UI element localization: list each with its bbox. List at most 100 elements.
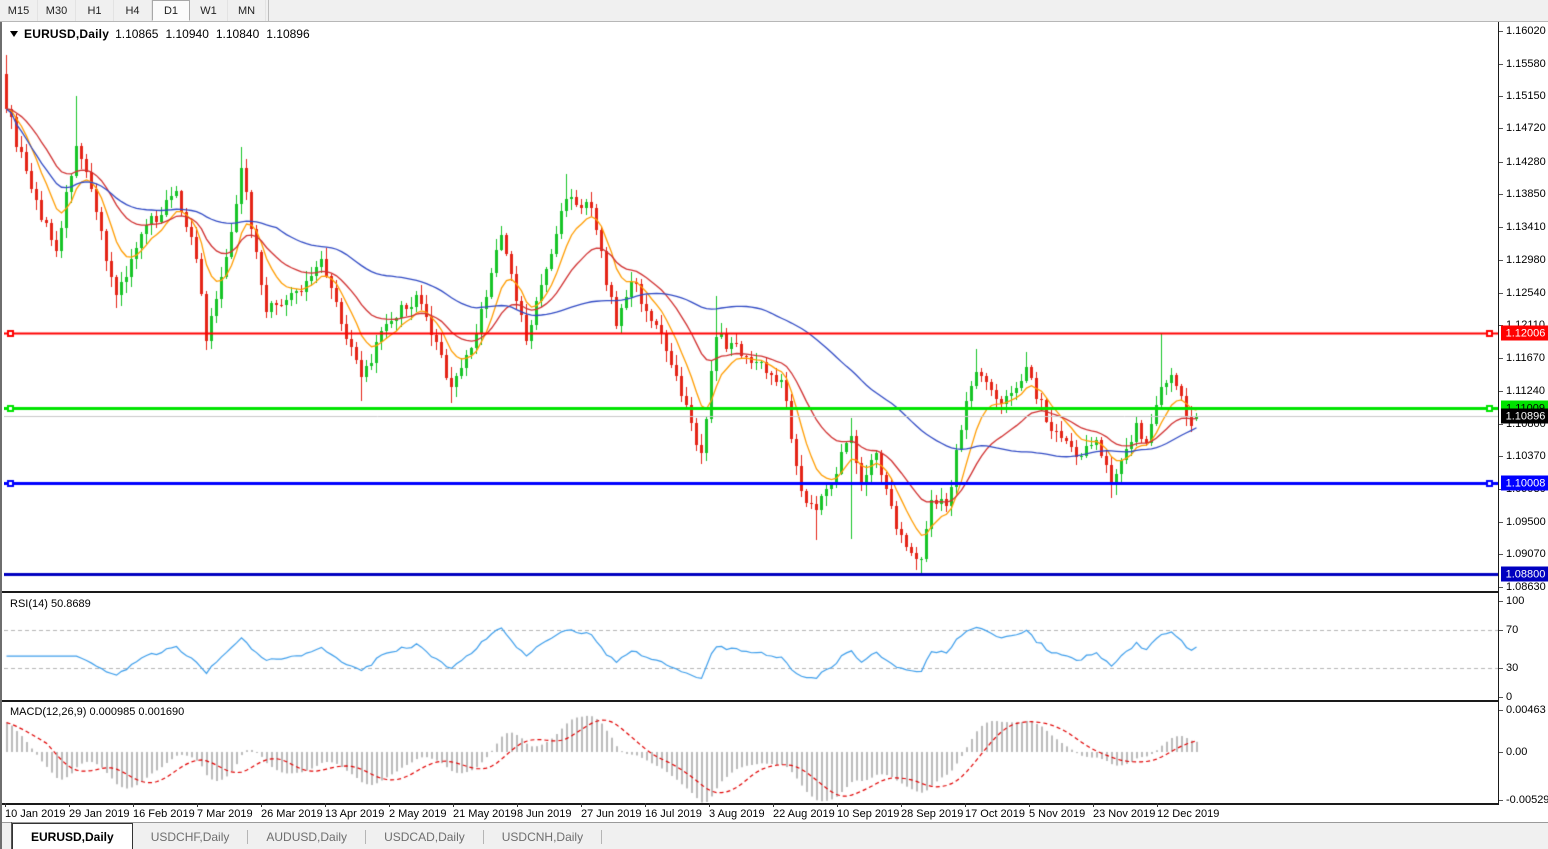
chart-symbol-label: EURUSD,Daily: [24, 27, 109, 41]
tab-usdcnh[interactable]: USDCNH,Daily: [484, 825, 601, 849]
date-tick-label: 23 Nov 2019: [1093, 808, 1155, 820]
level-price-badge: 1.10008: [1501, 476, 1548, 491]
date-tick-mark: [261, 803, 262, 807]
chart-dropdown-icon[interactable]: [10, 31, 18, 37]
date-tick-label: 21 May 2019: [453, 808, 517, 820]
axis-tick-mark: [1499, 668, 1503, 669]
level-price-badge: 1.08800: [1501, 567, 1548, 582]
axis-tick-mark: [1499, 64, 1503, 65]
rsi-tick-label: 30: [1506, 662, 1518, 674]
axis-tick-mark: [1499, 554, 1503, 555]
rsi-tick-label: 0: [1506, 691, 1512, 703]
rsi-tick-label: 100: [1506, 595, 1524, 607]
axis-tick-mark: [1499, 293, 1503, 294]
terminal-window: M15 M30 H1 H4 D1 W1 MN EURUSD,Daily 1.10…: [0, 0, 1548, 849]
close-value: 1.10896: [266, 27, 309, 41]
price-tick-label: 1.11670: [1506, 352, 1545, 364]
date-tick-label: 27 Jun 2019: [581, 808, 642, 820]
date-tick-label: 17 Oct 2019: [965, 808, 1025, 820]
tab-bar-notch: [2, 822, 12, 849]
date-tick-mark: [389, 803, 390, 807]
date-tick-label: 10 Jan 2019: [5, 808, 66, 820]
axis-tick-mark: [1499, 162, 1503, 163]
price-tick-label: 1.10370: [1506, 450, 1546, 462]
price-tick-label: 1.13850: [1506, 188, 1546, 200]
timeframe-button-m30[interactable]: M30: [38, 0, 76, 21]
macd-tick-label: 0.00: [1506, 746, 1527, 758]
date-tick-label: 5 Nov 2019: [1029, 808, 1085, 820]
tab-usdcad[interactable]: USDCAD,Daily: [366, 825, 483, 849]
axis-tick-mark: [1499, 752, 1503, 753]
date-tick-label: 28 Sep 2019: [901, 808, 963, 820]
axis-tick-mark: [1499, 710, 1503, 711]
timeframe-button-h4[interactable]: H4: [114, 0, 152, 21]
price-tick-label: 1.15150: [1506, 90, 1546, 102]
date-tick-mark: [1157, 803, 1158, 807]
date-tick-mark: [325, 803, 326, 807]
macd-indicator-canvas[interactable]: [4, 702, 1498, 803]
axis-tick-mark: [1499, 260, 1503, 261]
tab-divider: [601, 830, 602, 844]
rsi-label: RSI(14) 50.8689: [10, 598, 91, 610]
high-value: 1.10940: [165, 27, 208, 41]
timeframe-button-m15[interactable]: M15: [0, 0, 38, 21]
axis-tick-mark: [1499, 227, 1503, 228]
open-value: 1.10865: [115, 27, 158, 41]
date-tick-mark: [837, 803, 838, 807]
rsi-indicator-canvas[interactable]: [4, 593, 1498, 700]
price-tick-label: 1.14720: [1506, 122, 1546, 134]
date-tick-mark: [453, 803, 454, 807]
date-tick-mark: [517, 803, 518, 807]
macd-tick-label: -0.005299: [1506, 794, 1548, 806]
axis-tick-mark: [1499, 456, 1503, 457]
axis-tick-mark: [1499, 96, 1503, 97]
date-tick-mark: [965, 803, 966, 807]
price-tick-label: 1.09070: [1506, 548, 1546, 560]
date-tick-label: 12 Dec 2019: [1157, 808, 1219, 820]
symbol-tab-bar: EURUSD,Daily USDCHF,Daily AUDUSD,Daily U…: [2, 822, 1548, 849]
chart-ohlc-values: 1.10865 1.10940 1.10840 1.10896: [115, 27, 310, 41]
price-tick-label: 1.09500: [1506, 516, 1546, 528]
axis-tick-mark: [1499, 587, 1503, 588]
axis-tick-mark: [1499, 194, 1503, 195]
date-tick-label: 10 Sep 2019: [837, 808, 899, 820]
axis-tick-mark: [1499, 800, 1503, 801]
timeframe-toolbar: M15 M30 H1 H4 D1 W1 MN: [0, 0, 1548, 22]
axis-tick-mark: [1499, 391, 1503, 392]
tab-audusd[interactable]: AUDUSD,Daily: [248, 825, 365, 849]
axis-tick-mark: [1499, 630, 1503, 631]
main-chart-canvas[interactable]: [4, 22, 1498, 591]
macd-tick-label: 0.00463: [1506, 704, 1546, 716]
date-tick-mark: [773, 803, 774, 807]
axis-tick-mark: [1499, 697, 1503, 698]
price-tick-label: 1.08630: [1506, 581, 1546, 593]
axis-tick-mark: [1499, 358, 1503, 359]
date-tick-mark: [1093, 803, 1094, 807]
date-tick-label: 2 May 2019: [389, 808, 446, 820]
axis-tick-mark: [1499, 601, 1503, 602]
date-tick-label: 29 Jan 2019: [69, 808, 130, 820]
timeframe-button-d1[interactable]: D1: [152, 0, 190, 21]
timeframe-button-h1[interactable]: H1: [76, 0, 114, 21]
axis-tick-mark: [1499, 128, 1503, 129]
date-tick-mark: [901, 803, 902, 807]
date-tick-mark: [69, 803, 70, 807]
date-tick-label: 16 Feb 2019: [133, 808, 195, 820]
axis-tick-mark: [1499, 31, 1503, 32]
tab-eurusd[interactable]: EURUSD,Daily: [12, 823, 133, 849]
rsi-tick-label: 70: [1506, 624, 1518, 636]
price-tick-label: 1.11240: [1506, 385, 1545, 397]
current-price-badge: 1.10896: [1501, 409, 1548, 424]
date-tick-mark: [645, 803, 646, 807]
date-tick-mark: [1029, 803, 1030, 807]
price-tick-label: 1.16020: [1506, 25, 1546, 37]
date-tick-label: 8 Jun 2019: [517, 808, 571, 820]
timeframe-button-w1[interactable]: W1: [190, 0, 228, 21]
price-axis[interactable]: 1.160201.155801.151501.147201.142801.138…: [1498, 22, 1548, 805]
date-tick-label: 3 Aug 2019: [709, 808, 765, 820]
date-tick-mark: [133, 803, 134, 807]
toolbar-separator: [268, 0, 269, 21]
timeframe-button-mn[interactable]: MN: [228, 0, 266, 21]
tab-usdchf[interactable]: USDCHF,Daily: [133, 825, 248, 849]
price-tick-label: 1.12980: [1506, 254, 1546, 266]
